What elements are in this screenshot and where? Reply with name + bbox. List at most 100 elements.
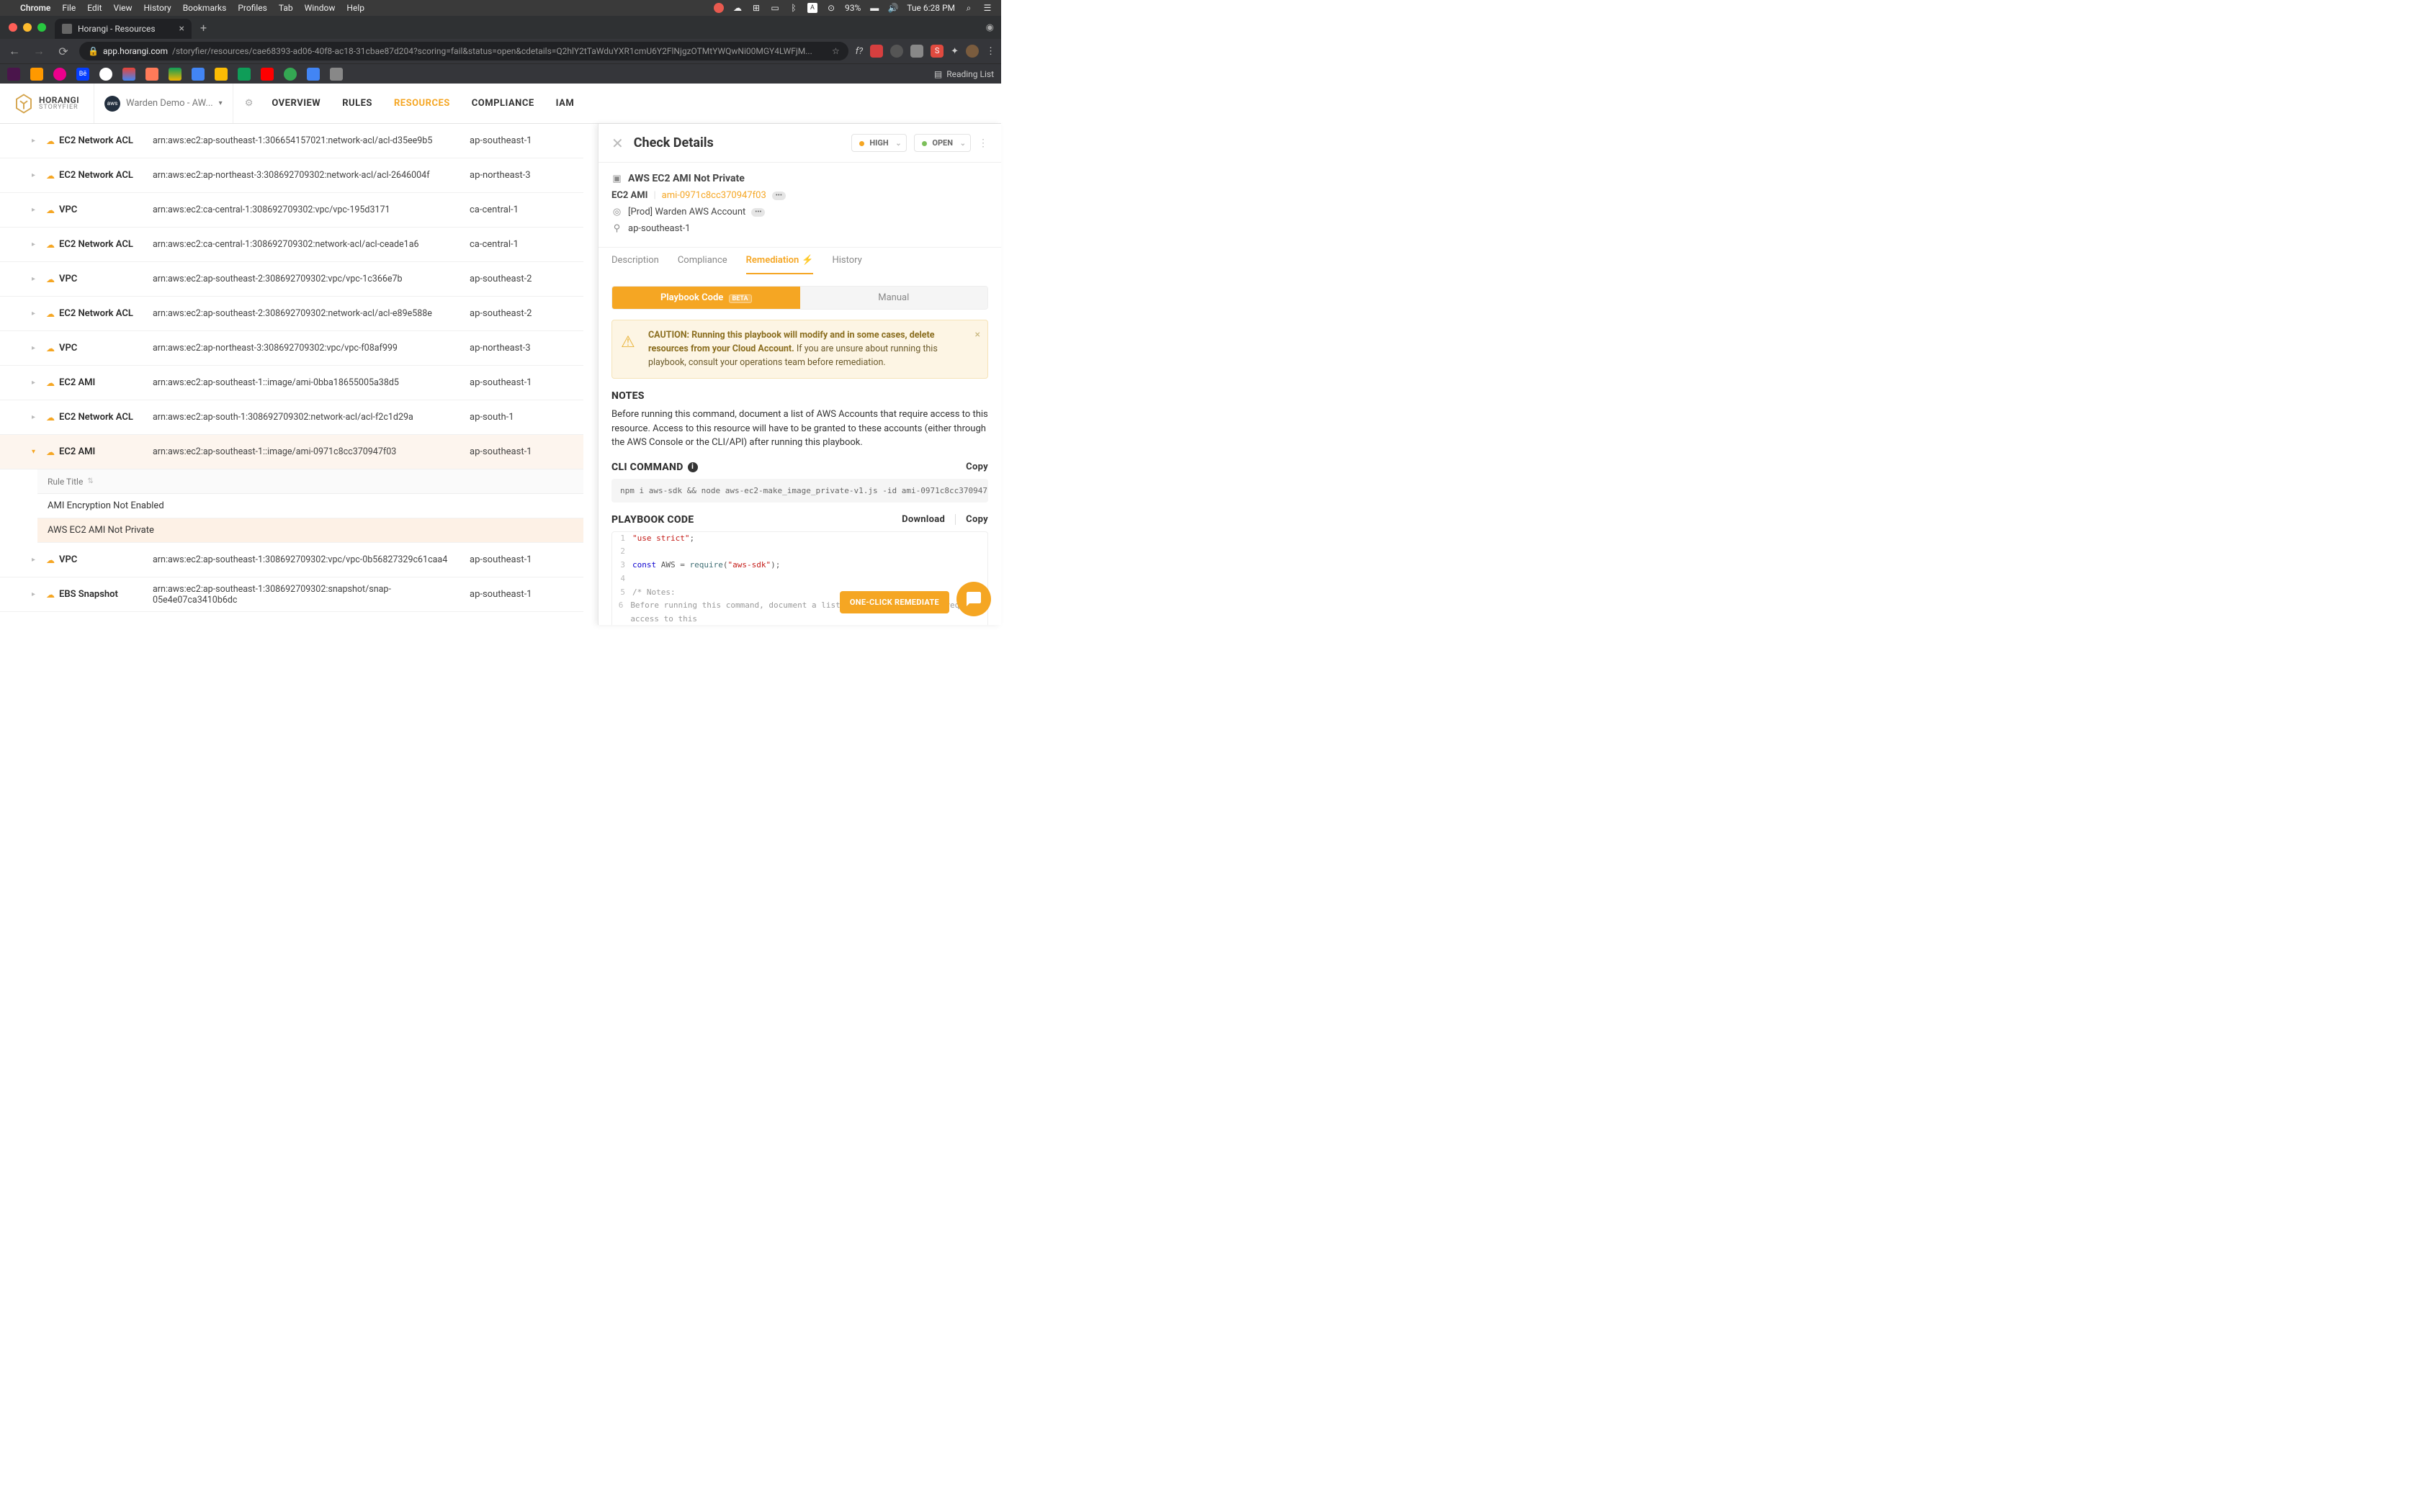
- cli-command[interactable]: npm i aws-sdk && node aws-ec2-make_image…: [611, 479, 988, 503]
- tab-compliance-inner[interactable]: Compliance: [678, 248, 727, 274]
- tab-description[interactable]: Description: [611, 248, 659, 274]
- spotlight-icon[interactable]: ⌕: [964, 3, 974, 13]
- one-click-remediate-button[interactable]: ONE-CLICK REMEDIATE: [840, 591, 949, 613]
- bookmark-15[interactable]: [330, 68, 343, 81]
- resource-id[interactable]: ami-0971c8cc370947f03: [662, 190, 766, 201]
- more-badge[interactable]: •••: [772, 192, 786, 200]
- menubar-app[interactable]: Chrome: [20, 3, 50, 13]
- sort-icon[interactable]: ⇅: [87, 477, 93, 485]
- bookmark-8[interactable]: [169, 68, 182, 81]
- caution-close-icon[interactable]: ×: [975, 328, 980, 343]
- table-row[interactable]: ▸ ☁ EBS Snapshot arn:aws:ec2:ap-southeas…: [0, 577, 583, 612]
- input-icon[interactable]: A: [807, 3, 817, 13]
- wifi-icon[interactable]: ⊙: [826, 3, 836, 13]
- incognito-icon[interactable]: ◉: [986, 22, 994, 33]
- bookmark-star-icon[interactable]: ☆: [832, 46, 840, 56]
- ext-icon-2[interactable]: [870, 45, 883, 58]
- account-selector[interactable]: aws Warden Demo - AW... ▾: [94, 84, 233, 123]
- bookmark-14[interactable]: [307, 68, 320, 81]
- volume-icon[interactable]: 🔊: [888, 3, 898, 13]
- bookmark-2[interactable]: [30, 68, 43, 81]
- expand-caret-icon[interactable]: ▸: [32, 379, 42, 387]
- tab-compliance[interactable]: COMPLIANCE: [472, 98, 534, 109]
- tab-resources[interactable]: RESOURCES: [394, 98, 450, 109]
- severity-selector[interactable]: HIGH ⌄: [851, 134, 907, 152]
- menu-bookmarks[interactable]: Bookmarks: [183, 3, 227, 13]
- bookmark-13[interactable]: [284, 68, 297, 81]
- panel-close-icon[interactable]: ✕: [611, 135, 624, 152]
- sub-row[interactable]: AMI Encryption Not Enabled: [37, 494, 583, 518]
- settings-gear-icon[interactable]: ⚙: [233, 98, 265, 109]
- table-row[interactable]: ▸ ☁ EC2 Network ACL arn:aws:ec2:ap-south…: [0, 124, 583, 158]
- ext-icon-4[interactable]: [910, 45, 923, 58]
- menu-edit[interactable]: Edit: [87, 3, 102, 13]
- menu-view[interactable]: View: [114, 3, 133, 13]
- table-row[interactable]: ▸ ☁ EC2 Network ACL arn:aws:ec2:ca-centr…: [0, 228, 583, 262]
- bookmark-10[interactable]: [215, 68, 228, 81]
- expand-caret-icon[interactable]: ▸: [32, 310, 42, 318]
- bookmark-7[interactable]: [145, 68, 158, 81]
- chat-fab[interactable]: [956, 582, 991, 616]
- new-tab-button[interactable]: +: [192, 21, 215, 35]
- bookmark-1[interactable]: [7, 68, 20, 81]
- more-badge[interactable]: •••: [751, 208, 765, 217]
- tray-screen-icon[interactable]: ▭: [770, 3, 780, 13]
- menu-tab[interactable]: Tab: [279, 3, 293, 13]
- expand-caret-icon[interactable]: ▾: [32, 448, 42, 456]
- table-row[interactable]: ▸ ☁ EC2 AMI arn:aws:ec2:ap-southeast-1::…: [0, 366, 583, 400]
- menu-help[interactable]: Help: [346, 3, 364, 13]
- chrome-menu-icon[interactable]: ⋮: [986, 46, 995, 57]
- status-selector[interactable]: OPEN ⌄: [914, 134, 971, 152]
- menu-file[interactable]: File: [62, 3, 76, 13]
- playbook-copy-button[interactable]: Copy: [955, 514, 988, 525]
- bookmark-9[interactable]: [192, 68, 205, 81]
- tab-close-icon[interactable]: ×: [179, 23, 184, 35]
- menu-history[interactable]: History: [144, 3, 171, 13]
- ext-icon-5[interactable]: S: [931, 45, 944, 58]
- profile-avatar[interactable]: [966, 45, 979, 58]
- menu-window[interactable]: Window: [305, 3, 336, 13]
- panel-menu-icon[interactable]: ⋮: [978, 138, 988, 149]
- sub-header[interactable]: Rule Title ⇅: [37, 469, 583, 494]
- browser-tab[interactable]: Horangi - Resources ×: [55, 19, 192, 39]
- bookmark-6[interactable]: [122, 68, 135, 81]
- control-center-icon[interactable]: ☰: [982, 3, 992, 13]
- app-logo[interactable]: HORANGISTORYFIER: [0, 93, 94, 114]
- expand-caret-icon[interactable]: ▸: [32, 556, 42, 564]
- seg-playbook[interactable]: Playbook Code BETA: [612, 287, 800, 309]
- table-row[interactable]: ▸ ☁ EC2 Network ACL arn:aws:ec2:ap-south…: [0, 400, 583, 435]
- tray-cloud-icon[interactable]: ☁: [732, 3, 743, 13]
- table-row[interactable]: ▸ ☁ VPC arn:aws:ec2:ap-southeast-2:30869…: [0, 262, 583, 297]
- table-row[interactable]: ▸ ☁ VPC arn:aws:ec2:ap-northeast-3:30869…: [0, 331, 583, 366]
- extensions-icon[interactable]: ✦: [951, 46, 959, 57]
- bookmark-4[interactable]: Bē: [76, 68, 89, 81]
- forward-button[interactable]: →: [30, 44, 48, 58]
- reading-list[interactable]: ▤ Reading List: [934, 69, 994, 79]
- table-row[interactable]: ▸ ☁ VPC arn:aws:ec2:ap-southeast-1:30869…: [0, 543, 583, 577]
- table-row[interactable]: ▾ ☁ EC2 AMI arn:aws:ec2:ap-southeast-1::…: [0, 435, 583, 469]
- expand-caret-icon[interactable]: ▸: [32, 413, 42, 421]
- window-minimize[interactable]: [23, 23, 32, 32]
- tray-icon-1[interactable]: [714, 3, 724, 13]
- expand-caret-icon[interactable]: ▸: [32, 171, 42, 179]
- battery-icon[interactable]: ▬: [869, 3, 879, 13]
- menu-profiles[interactable]: Profiles: [238, 3, 267, 13]
- bookmark-5[interactable]: [99, 68, 112, 81]
- window-maximize[interactable]: [37, 23, 46, 32]
- tab-history[interactable]: History: [832, 248, 861, 274]
- expand-caret-icon[interactable]: ▸: [32, 137, 42, 145]
- seg-manual[interactable]: Manual: [800, 287, 988, 309]
- reload-button[interactable]: ⟳: [55, 45, 72, 58]
- expand-caret-icon[interactable]: ▸: [32, 275, 42, 283]
- table-row[interactable]: ▸ ☁ EC2 Network ACL arn:aws:ec2:ap-north…: [0, 158, 583, 193]
- bookmark-12[interactable]: [261, 68, 274, 81]
- tab-remediation[interactable]: Remediation⚡: [746, 248, 814, 274]
- tab-iam[interactable]: IAM: [556, 98, 575, 109]
- ext-icon-3[interactable]: [890, 45, 903, 58]
- table-row[interactable]: ▸ ☁ EC2 Network ACL arn:aws:ec2:ap-south…: [0, 297, 583, 331]
- expand-caret-icon[interactable]: ▸: [32, 344, 42, 352]
- expand-caret-icon[interactable]: ▸: [32, 206, 42, 214]
- table-row[interactable]: ▸ ☁ VPC arn:aws:ec2:ca-central-1:3086927…: [0, 193, 583, 228]
- window-close[interactable]: [9, 23, 17, 32]
- info-icon[interactable]: i: [688, 462, 698, 472]
